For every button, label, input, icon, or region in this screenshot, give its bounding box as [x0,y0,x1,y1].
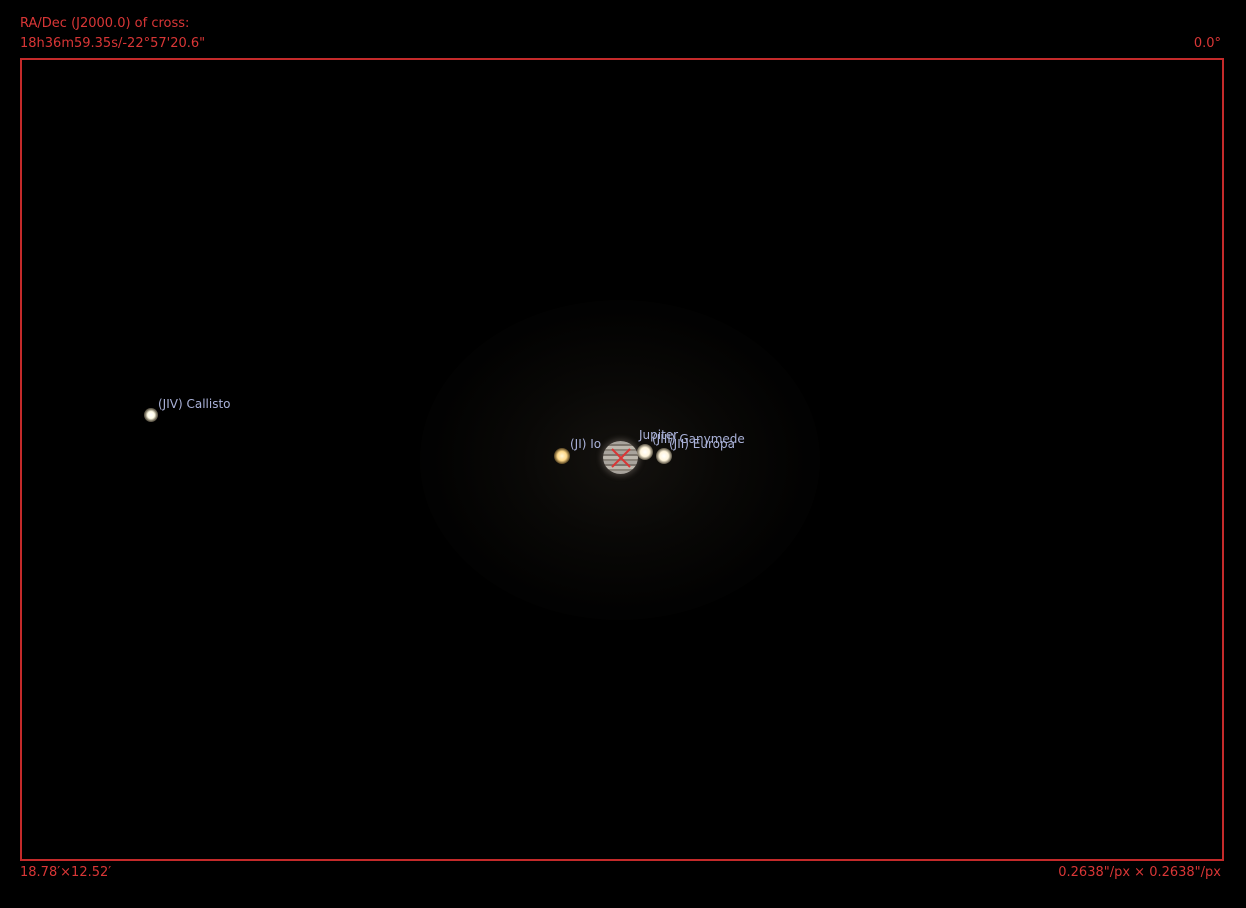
image-scale: 0.2638"/px × 0.2638"/px [1058,865,1221,880]
ganymede-moon[interactable] [637,444,653,460]
io-moon[interactable] [554,448,570,464]
callisto-label: (JIV) Callisto [158,397,231,411]
io-label: (JI) Io [570,437,602,451]
ra-dec-label: RA/Dec (J2000.0) of cross: [20,16,190,31]
callisto-moon[interactable] [144,408,158,422]
rotation-angle: 0.0° [1193,36,1221,51]
field-of-view: 18.78′×12.52′ [20,865,112,880]
europa-label: (JII) Europa [669,437,735,451]
ra-dec-value: 18h36m59.35s/-22°57'20.6" [20,36,206,51]
cross-marker-icon [611,448,631,468]
